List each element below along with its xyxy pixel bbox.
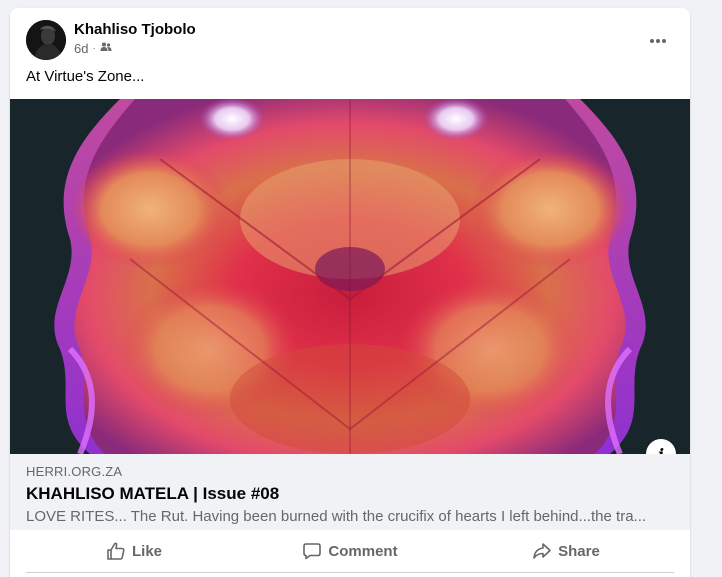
comment-label: Comment [328,542,398,560]
link-description: LOVE RITES... The Rut. Having been burne… [26,508,647,525]
author-name[interactable]: Khahliso Tjobolo [74,21,196,38]
post-meta: 6d · [74,41,112,56]
like-label: Like [131,542,162,560]
post-actions: Like Comment Share [26,530,674,573]
more-options-button[interactable] [640,22,676,58]
link-domain: HERRI.ORG.ZA [26,464,123,479]
friends-icon[interactable] [100,41,112,56]
post-text: At Virtue's Zone... [26,68,145,85]
post-header: Khahliso Tjobolo 6d · [10,8,690,68]
link-preview-image[interactable]: i [10,99,690,454]
thumbs-up-icon [106,541,126,561]
meta-separator: · [92,43,96,54]
post-card: Khahliso Tjobolo 6d · At Virtue's Zone..… [10,8,690,577]
link-preview[interactable]: HERRI.ORG.ZA KHAHLISO MATELA | Issue #08… [10,454,690,530]
more-icon [649,31,667,49]
post-time[interactable]: 6d [74,41,88,56]
info-icon: i [657,444,665,455]
comment-icon [302,541,322,561]
avatar[interactable] [26,20,66,60]
share-icon [532,541,552,561]
like-button[interactable]: Like [26,530,242,572]
comment-button[interactable]: Comment [242,530,458,572]
share-button[interactable]: Share [458,530,674,572]
link-title[interactable]: KHAHLISO MATELA | Issue #08 [26,484,279,504]
share-label: Share [558,542,600,560]
